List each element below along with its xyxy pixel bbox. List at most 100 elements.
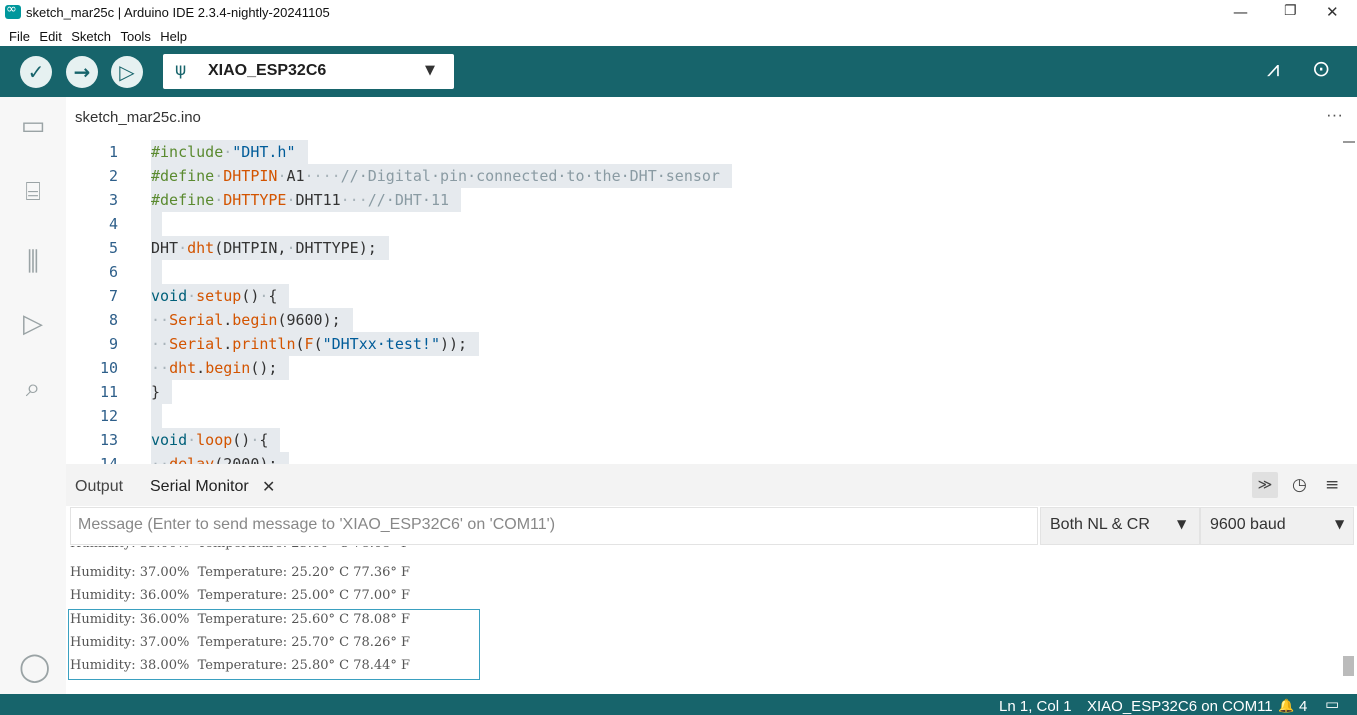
code-text: void·loop()·{ [151,428,281,452]
line-number: 13 [99,431,118,449]
code-text: ··Serial.begin(9600); [151,308,353,332]
folder-icon[interactable]: ▭ [16,109,50,143]
serial-plotter-icon[interactable]: ⩘ [1267,57,1279,82]
toolbar: ✓ → ▷ ψ XIAO_ESP32C6 ▼ ⩘ ⊙ [0,46,1357,97]
code-text: #define·DHTTYPE·DHT11···//·DHT·11 [151,188,462,212]
close-icon[interactable]: ✕ [1326,3,1339,21]
serial-line: Humidity: 36.00% Temperature: 25.00° C 7… [70,588,411,603]
serial-output[interactable]: Humidity: 35.00% Temperature: 25.60° C 7… [66,546,1357,694]
baud-rate-select[interactable]: 9600 baud ▼ [1200,507,1354,545]
notification-count: 4 [1299,698,1308,715]
code-line: 9 ··Serial.println(F("DHTxx·test!")); [66,332,1346,356]
serial-line: Humidity: 35.00% Temperature: 25.60° C 7… [70,546,410,555]
serial-message-bar: Message (Enter to send message to 'XIAO_… [66,506,1357,546]
code-text [151,212,162,236]
bell-icon[interactable]: 🔔 [1278,698,1294,714]
autoscroll-icon[interactable]: ≫ [1252,472,1278,498]
board-name: XIAO_ESP32C6 [208,62,327,79]
cursor-position[interactable]: Ln 1, Col 1 [999,698,1072,715]
verify-button[interactable]: ✓ [20,56,52,88]
line-ending-select[interactable]: Both NL & CR ▼ [1040,507,1200,545]
board-port-status[interactable]: XIAO_ESP32C6 on COM11 [1087,698,1273,715]
code-line: 4 [66,212,1346,236]
board-manager-icon[interactable]: ⌸ [16,175,50,209]
code-line: 3 #define·DHTTYPE·DHT11···//·DHT·11 [66,188,1346,212]
line-number: 4 [108,215,118,233]
profile-icon[interactable]: ◯ [19,650,50,683]
search-icon[interactable]: ⌕ [16,371,50,405]
code-text: #define·DHTPIN·A1····//·Digital·pin·conn… [151,164,732,188]
code-line: 5 DHT·dht(DHTPIN,·DHTTYPE); [66,236,1346,260]
line-number: 7 [108,287,118,305]
code-text: ··Serial.println(F("DHTxx·test!")); [151,332,480,356]
restore-icon[interactable]: ❐ [1284,3,1297,19]
tab-serial-monitor[interactable]: Serial Monitor [150,478,249,496]
message-input[interactable]: Message (Enter to send message to 'XIAO_… [70,507,1038,545]
menu-bar: File Edit Sketch Tools Help [0,28,1357,46]
checkmark-icon: ✓ [27,60,45,84]
status-bar: Ln 1, Col 1 XIAO_ESP32C6 on COM11 🔔 4 ▭ [0,694,1357,715]
code-line: 13 void·loop()·{ [66,428,1346,452]
text-selection-box [68,609,480,680]
board-selector[interactable]: ψ XIAO_ESP32C6 ▼ [163,54,454,89]
tab-sketch-file[interactable]: sketch_mar25c.ino [75,109,201,126]
code-line: 10 ··dht.begin(); [66,356,1346,380]
menu-sketch[interactable]: Sketch [71,29,111,44]
menu-tools[interactable]: Tools [120,29,150,44]
chevron-down-icon: ▼ [1335,517,1345,531]
line-number: 11 [99,383,118,401]
code-text [151,260,162,284]
line-number: 8 [108,311,118,329]
line-number: 2 [108,167,118,185]
line-number: 10 [99,359,118,377]
usb-icon: ψ [175,60,187,80]
panel-toggle-icon[interactable]: ▭ [1325,695,1339,713]
serial-line: Humidity: 37.00% Temperature: 25.20° C 7… [70,565,411,580]
code-text: } [151,380,173,404]
chevron-down-icon: ▼ [425,63,435,78]
code-line: 2 #define·DHTPIN·A1····//·Digital·pin·co… [66,164,1346,188]
baud-rate-value: 9600 baud [1210,516,1286,533]
code-line: 11 } [66,380,1346,404]
line-number: 1 [108,143,118,161]
clear-output-icon[interactable]: ≡ [1325,475,1339,495]
debug-button[interactable]: ▷ [111,56,143,88]
editor-tab-bar: sketch_mar25c.ino ··· [66,97,1357,138]
upload-button[interactable]: → [66,56,98,88]
minimize-icon[interactable]: — [1233,3,1248,21]
more-icon[interactable]: ··· [1326,105,1343,125]
code-text: ··delay(2000); [151,452,290,464]
line-number: 3 [108,191,118,209]
chevron-down-icon: ▼ [1177,517,1187,531]
menu-help[interactable]: Help [160,29,187,44]
code-text: ··dht.begin(); [151,356,290,380]
clock-icon[interactable]: ◷ [1292,475,1307,495]
menu-file[interactable]: File [9,29,30,44]
serial-scrollbar[interactable] [1343,656,1354,676]
code-editor[interactable]: 1 #include·"DHT.h" 2 #define·DHTPIN·A1··… [66,138,1357,464]
serial-monitor-icon[interactable]: ⊙ [1312,57,1330,82]
message-placeholder: Message (Enter to send message to 'XIAO_… [78,516,556,533]
code-text: DHT·dht(DHTPIN,·DHTTYPE); [151,236,389,260]
code-line: 7 void·setup()·{ [66,284,1346,308]
line-number: 12 [99,407,118,425]
code-line: 6 [66,260,1346,284]
debug-sidebar-icon[interactable]: ▷ [16,307,50,341]
debug-icon: ▷ [119,60,135,84]
line-number: 6 [108,263,118,281]
code-text [151,404,162,428]
library-manager-icon[interactable]: ⫼ [16,245,50,279]
line-number: 5 [108,239,118,257]
line-ending-value: Both NL & CR [1050,516,1150,533]
code-text: void·setup()·{ [151,284,290,308]
code-line: 1 #include·"DHT.h" [66,140,1346,164]
menu-edit[interactable]: Edit [39,29,61,44]
code-line: 8 ··Serial.begin(9600); [66,308,1346,332]
code-line: 14 ··delay(2000); [66,452,1346,464]
arrow-right-icon: → [73,60,91,84]
sidebar: ▭ ⌸ ⫼ ▷ ⌕ [0,97,66,694]
title-bar: sketch_mar25c | Arduino IDE 2.3.4-nightl… [0,0,1357,28]
code-line: 12 [66,404,1346,428]
close-icon[interactable]: ✕ [262,477,275,497]
tab-output[interactable]: Output [75,478,123,496]
